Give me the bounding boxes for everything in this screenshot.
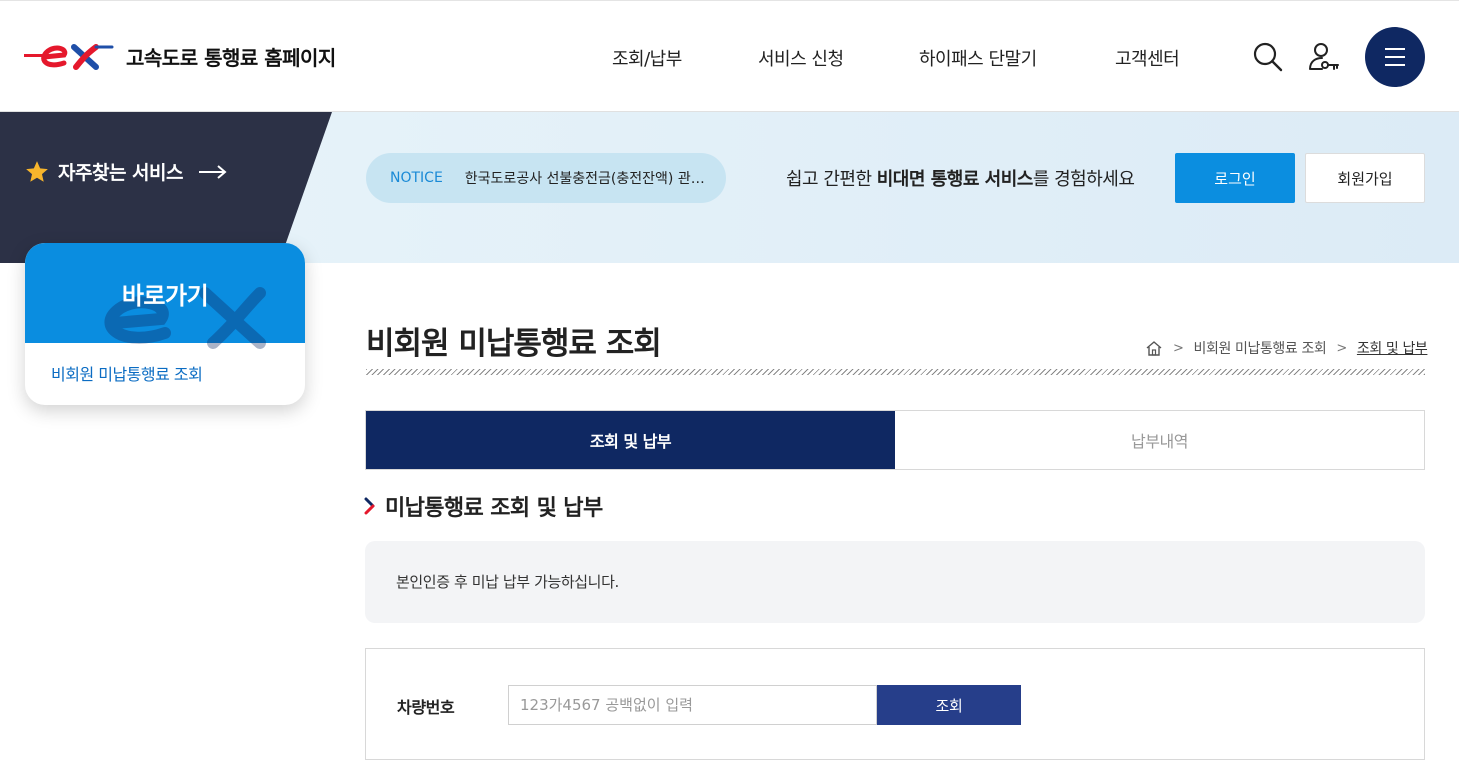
tab-bar: 조회 및 납부 납부내역: [365, 410, 1425, 470]
info-box: 본인인증 후 미납 납부 가능하십니다.: [365, 541, 1425, 623]
login-button[interactable]: 로그인: [1175, 153, 1295, 203]
tab-inquiry-payment[interactable]: 조회 및 납부: [366, 411, 895, 469]
nav-item-service-apply[interactable]: 서비스 신청: [758, 45, 844, 71]
title-divider: [366, 369, 1425, 375]
breadcrumb-item[interactable]: 비회원 미납통행료 조회: [1194, 338, 1327, 358]
favorites-label: 자주찾는 서비스: [58, 162, 183, 184]
chevron-right-icon: [364, 497, 375, 515]
promo-text: 쉽고 간편한 비대면 통행료 서비스를 경험하세요: [786, 165, 1135, 191]
nav-item-inquiry-payment[interactable]: 조회/납부: [612, 45, 682, 71]
notice-tag: NOTICE: [390, 170, 443, 186]
user-key-icon: [1309, 43, 1339, 70]
search-icon: [1253, 42, 1283, 72]
section-title: 미납통행료 조회 및 납부: [363, 490, 603, 522]
join-button[interactable]: 회원가입: [1305, 153, 1425, 203]
quick-link-item[interactable]: 비회원 미납통행료 조회: [51, 361, 203, 385]
notice-pill[interactable]: NOTICE 한국도로공사 선불충전금(충전잔액) 관련 안내: [366, 153, 726, 203]
breadcrumb-current[interactable]: 조회 및 납부: [1357, 338, 1428, 358]
promo-pre: 쉽고 간편한: [786, 169, 877, 190]
vehicle-search-form: 차량번호 조회: [365, 648, 1425, 760]
site-title: 고속도로 통행료 홈페이지: [126, 45, 336, 70]
all-menu-button[interactable]: [1365, 27, 1425, 87]
favorites-link[interactable]: 자주찾는 서비스: [24, 158, 229, 185]
notice-text[interactable]: 한국도로공사 선불충전금(충전잔액) 관련 안내: [465, 168, 705, 188]
user-login-button[interactable]: [1308, 41, 1340, 77]
home-icon[interactable]: [1145, 340, 1163, 356]
vehicle-number-input[interactable]: [508, 685, 877, 725]
quick-link-title: 바로가기: [121, 281, 209, 310]
arrow-right-icon: [198, 164, 227, 179]
nav-item-hipass-device[interactable]: 하이패스 단말기: [919, 45, 1037, 71]
promo-bold: 비대면 통행료 서비스: [876, 169, 1034, 190]
page-title: 비회원 미납통행료 조회: [366, 326, 662, 362]
tab-payment-history[interactable]: 납부내역: [895, 411, 1424, 469]
search-submit-button[interactable]: 조회: [877, 685, 1021, 725]
vehicle-number-label: 차량번호: [397, 698, 455, 717]
breadcrumb: > 비회원 미납통행료 조회 > 조회 및 납부: [1145, 338, 1428, 358]
breadcrumb-separator: >: [1173, 340, 1184, 356]
hamburger-icon: [1385, 48, 1405, 66]
info-text: 본인인증 후 미납 납부 가능하십니다.: [396, 573, 619, 591]
search-button[interactable]: [1253, 42, 1283, 76]
promo-post: 를 경험하세요: [1032, 169, 1135, 190]
quick-link-header: 바로가기: [25, 243, 305, 349]
star-icon: [26, 160, 48, 182]
quick-link-card: 바로가기 비회원 미납통행료 조회: [25, 243, 305, 405]
ex-logo-icon: [24, 44, 114, 70]
favorites-panel: [0, 112, 332, 263]
breadcrumb-separator: >: [1336, 340, 1347, 356]
site-logo[interactable]: 고속도로 통행료 홈페이지: [24, 41, 336, 71]
section-title-text: 미납통행료 조회 및 납부: [385, 496, 603, 521]
nav-item-customer-center[interactable]: 고객센터: [1115, 45, 1180, 71]
site-header: 고속도로 통행료 홈페이지 조회/납부 서비스 신청 하이패스 단말기 고객센터: [0, 0, 1459, 112]
